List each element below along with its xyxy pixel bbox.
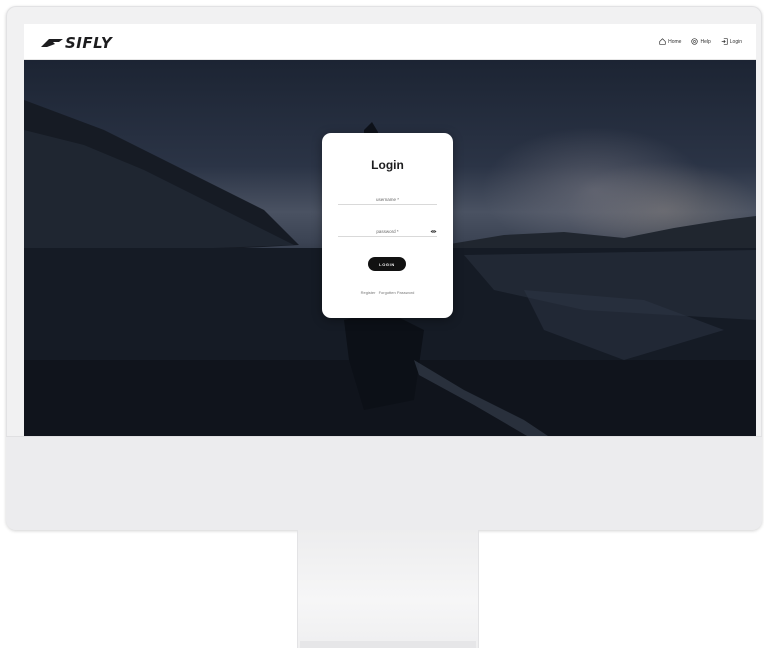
password-label: password * <box>376 229 399 234</box>
login-title: Login <box>371 158 404 172</box>
login-links: Register Forgotten Password <box>322 290 453 295</box>
nav-home-label: Home <box>668 38 682 45</box>
nav-help-label: Help <box>700 38 711 45</box>
nav-login-label: Login <box>729 38 742 45</box>
top-nav: Home Help Login <box>659 38 742 45</box>
nav-help[interactable]: Help <box>691 38 711 45</box>
nav-login[interactable]: Login <box>721 38 742 45</box>
register-link[interactable]: Register <box>361 290 376 295</box>
help-icon <box>691 38 699 45</box>
imac-stand <box>297 530 479 648</box>
site-header: SIFLY Home Help Login <box>24 24 756 60</box>
imac-chin <box>6 436 762 530</box>
password-field[interactable]: password * <box>338 225 437 237</box>
screen: SIFLY Home Help Login Login username * p… <box>24 24 756 440</box>
username-label: username * <box>375 197 399 202</box>
imac-stand-foot <box>300 641 476 648</box>
logo-text: SIFLY <box>65 34 113 52</box>
forgotten-password-link[interactable]: Forgotten Password <box>379 290 415 295</box>
eye-icon[interactable] <box>430 229 437 234</box>
username-field[interactable]: username * <box>338 193 437 205</box>
login-icon <box>721 38 728 45</box>
sifly-wing-icon <box>41 39 63 47</box>
imac-body: SIFLY Home Help Login Login username * p… <box>6 6 762 530</box>
home-icon <box>659 38 666 45</box>
login-button[interactable]: LOGIN <box>368 257 406 271</box>
sifly-logo[interactable]: SIFLY <box>41 34 112 52</box>
nav-home[interactable]: Home <box>659 38 681 45</box>
login-card: Login username * password * LOGIN Regist… <box>322 133 453 318</box>
